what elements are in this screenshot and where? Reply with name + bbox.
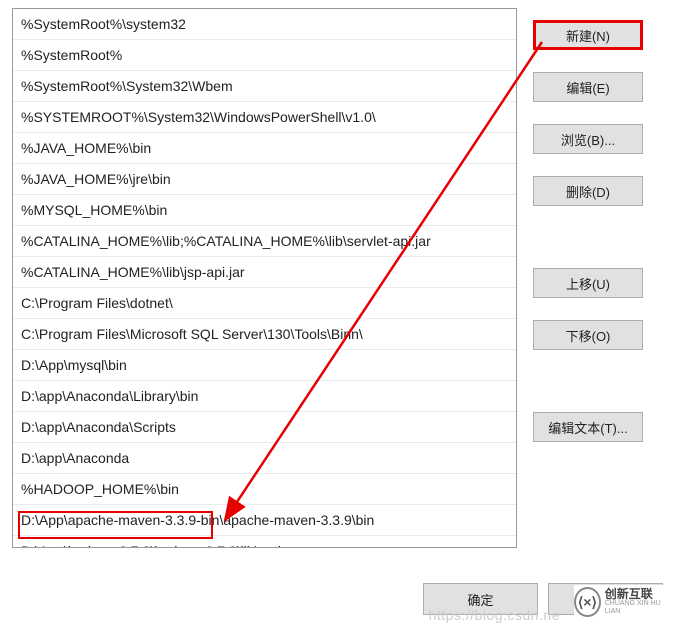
button-column: 新建(N) 编辑(E) 浏览(B)... 删除(D) 上移(U) 下移(O) 编… (533, 8, 643, 548)
list-item[interactable]: %SystemRoot%\system32 (13, 9, 516, 40)
list-item[interactable]: %MYSQL_HOME%\bin (13, 195, 516, 226)
list-item[interactable]: %SYSTEMROOT%\System32\WindowsPowerShell\… (13, 102, 516, 133)
list-item[interactable]: %JAVA_HOME%\jre\bin (13, 164, 516, 195)
list-item[interactable]: D:\app\Anaconda\Scripts (13, 412, 516, 443)
edit-text-button[interactable]: 编辑文本(T)... (533, 412, 643, 442)
list-item[interactable]: %HADOOP_HOME%\bin (13, 474, 516, 505)
list-item[interactable]: D:\App\mysql\bin (13, 350, 516, 381)
list-item[interactable]: D:\app\Anaconda\Library\bin (13, 381, 516, 412)
list-item[interactable]: %CATALINA_HOME%\lib\jsp-api.jar (13, 257, 516, 288)
browse-button[interactable]: 浏览(B)... (533, 124, 643, 154)
new-button[interactable]: 新建(N) (533, 20, 643, 50)
logo-icon: ⟨×⟩ (574, 587, 601, 617)
logo-main-text: 创新互联 (605, 588, 669, 600)
move-up-button[interactable]: 上移(U) (533, 268, 643, 298)
logo: ⟨×⟩ 创新互联 CHUANG XIN HU LIAN (574, 585, 669, 619)
path-listbox[interactable]: %SystemRoot%\system32%SystemRoot%%System… (12, 8, 517, 548)
list-item[interactable]: C:\Program Files\dotnet\ (13, 288, 516, 319)
list-item[interactable]: %JAVA_HOME%\bin (13, 133, 516, 164)
list-item[interactable]: %SystemRoot% (13, 40, 516, 71)
list-item[interactable]: D:\app\Anaconda (13, 443, 516, 474)
move-down-button[interactable]: 下移(O) (533, 320, 643, 350)
list-item[interactable]: D:\App\hadoop-2.7.3\hadoop-2.7.3\lib\nat… (13, 536, 516, 548)
edit-button[interactable]: 编辑(E) (533, 72, 643, 102)
list-item[interactable]: C:\Program Files\Microsoft SQL Server\13… (13, 319, 516, 350)
list-item[interactable]: %SystemRoot%\System32\Wbem (13, 71, 516, 102)
list-item[interactable]: D:\App\apache-maven-3.3.9-bin\apache-mav… (13, 505, 516, 536)
watermark-text: https://blog.csdn.ne (429, 607, 560, 623)
delete-button[interactable]: 删除(D) (533, 176, 643, 206)
list-item[interactable]: %CATALINA_HOME%\lib;%CATALINA_HOME%\lib\… (13, 226, 516, 257)
logo-sub-text: CHUANG XIN HU LIAN (605, 600, 669, 616)
